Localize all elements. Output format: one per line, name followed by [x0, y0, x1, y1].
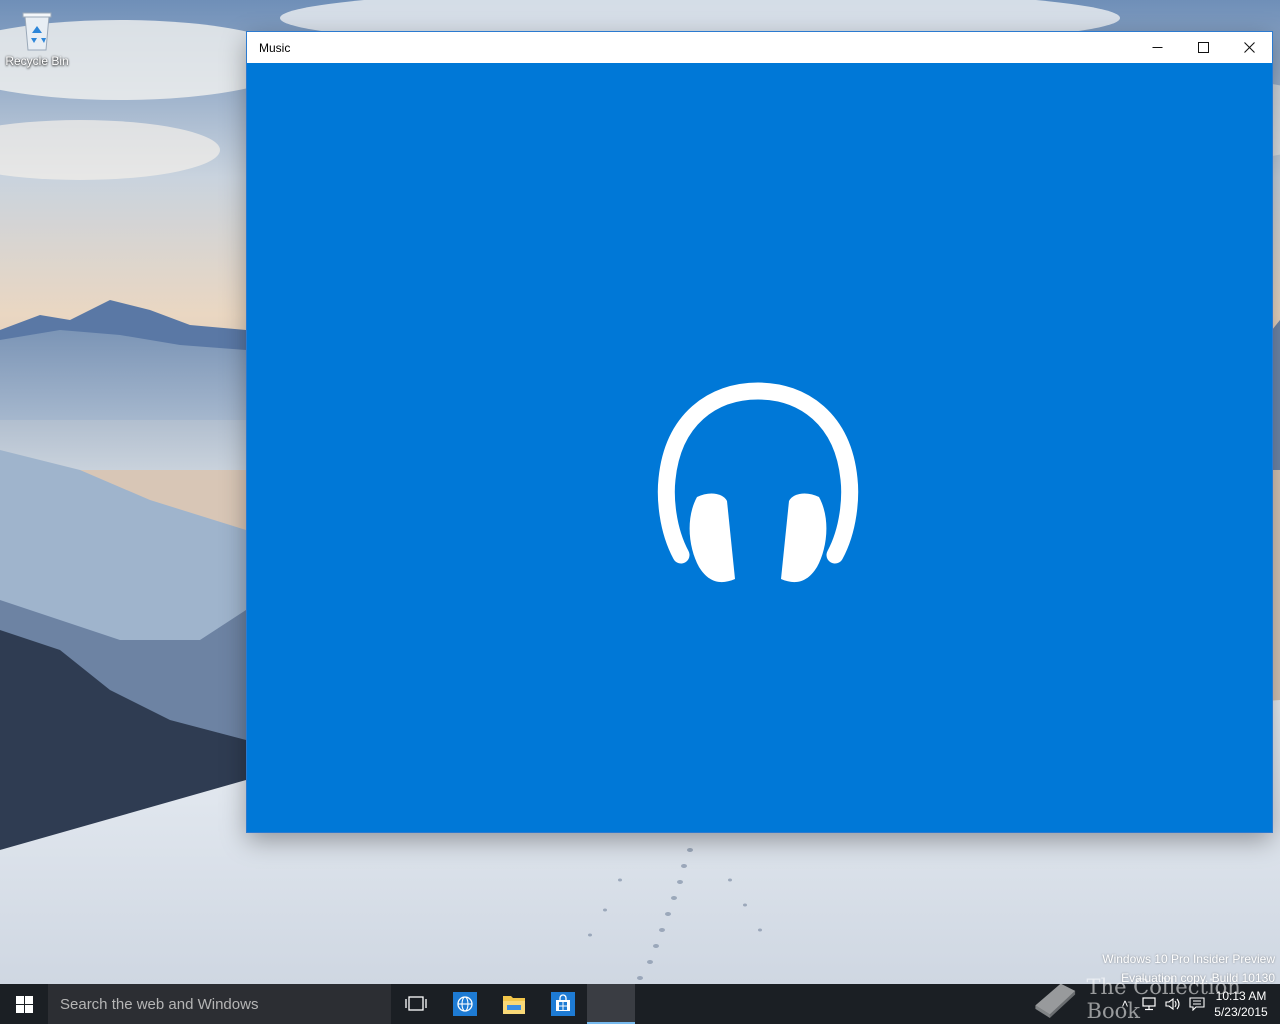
close-button[interactable]	[1226, 32, 1272, 63]
taskbar-file-explorer[interactable]	[489, 984, 538, 1024]
folder-icon	[502, 996, 525, 1014]
store-icon	[550, 992, 575, 1016]
taskbar-clock[interactable]: 10:13 AM 5/23/2015	[1209, 988, 1273, 1020]
clock-date: 5/23/2015	[1214, 1005, 1268, 1019]
build-watermark: Windows 10 Pro Insider Preview Evaluatio…	[1102, 950, 1275, 988]
taskbar-internet-explorer[interactable]	[440, 984, 489, 1024]
minimize-button[interactable]	[1134, 32, 1180, 63]
start-button[interactable]	[0, 984, 48, 1024]
app-splash-screen	[247, 63, 1272, 832]
volume-button[interactable]	[1161, 984, 1185, 1024]
chevron-up-icon: ˄	[1121, 997, 1129, 1011]
watermark-edition: Windows 10 Pro Insider Preview	[1102, 952, 1275, 966]
task-view-button[interactable]	[391, 984, 440, 1024]
speaker-icon	[1165, 997, 1180, 1011]
taskbar-store[interactable]	[538, 984, 587, 1024]
taskbar: Search the web and Windows ˄ 10:13 AM 5/…	[0, 984, 1280, 1024]
close-icon	[1243, 42, 1255, 53]
task-view-icon	[404, 996, 427, 1011]
action-center-button[interactable]	[1185, 984, 1209, 1024]
desktop-icon-recycle-bin[interactable]: Recycle Bin	[4, 8, 70, 68]
windows-logo-icon	[15, 995, 33, 1013]
maximize-icon	[1197, 42, 1209, 53]
notification-icon	[1189, 997, 1205, 1011]
clock-time: 10:13 AM	[1215, 989, 1267, 1003]
taskbar-music-app[interactable]	[587, 984, 635, 1024]
network-button[interactable]	[1137, 984, 1161, 1024]
window-titlebar[interactable]: Music	[247, 32, 1272, 63]
network-icon	[1142, 997, 1156, 1011]
window-title: Music	[259, 40, 291, 55]
recycle-bin-icon	[17, 8, 57, 52]
maximize-button[interactable]	[1180, 32, 1226, 63]
search-placeholder: Search the web and Windows	[60, 995, 259, 1013]
show-hidden-icons-button[interactable]: ˄	[1113, 984, 1137, 1024]
search-input[interactable]: Search the web and Windows	[48, 984, 391, 1024]
minimize-icon	[1152, 47, 1162, 48]
headphones-icon	[657, 382, 859, 583]
desktop-icon-label: Recycle Bin	[5, 54, 69, 68]
system-tray: ˄ 10:13 AM 5/23/2015	[1113, 984, 1280, 1024]
music-app-window: Music	[247, 32, 1272, 832]
globe-icon	[452, 992, 477, 1016]
